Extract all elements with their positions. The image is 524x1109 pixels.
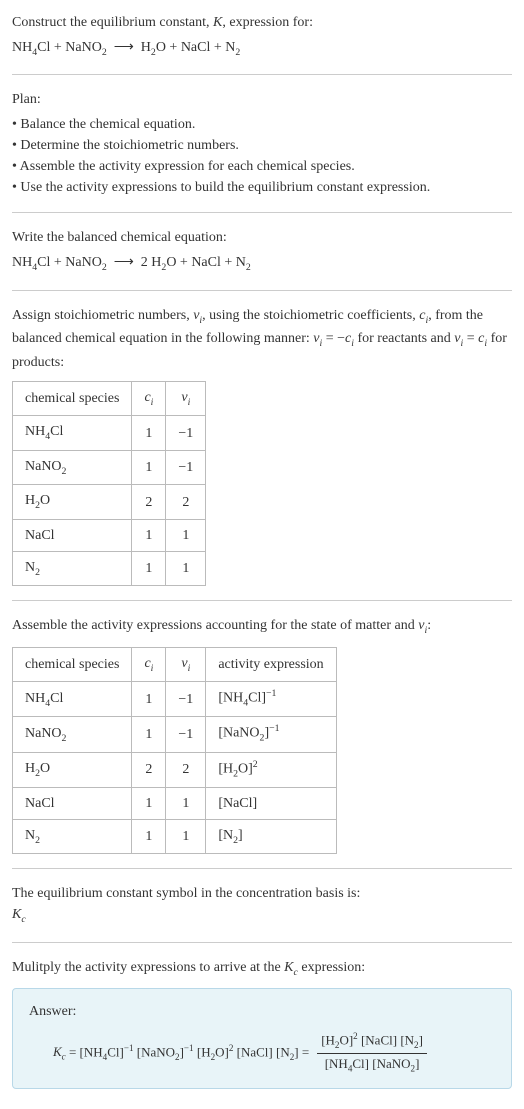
col-vi: νi xyxy=(166,381,206,415)
cell-vi: −1 xyxy=(166,717,206,752)
col-ci: ci xyxy=(132,381,166,415)
cell-species: NaNO2 xyxy=(13,450,132,484)
cell-ci: 1 xyxy=(132,519,166,551)
plan-item: Assemble the activity expression for eac… xyxy=(12,156,512,177)
intro-text: Construct the equilibrium constant, xyxy=(12,15,213,30)
final-text: Mulitply the activity expressions to arr… xyxy=(12,957,512,980)
cell-expr: [N2] xyxy=(206,819,336,853)
activity-section: Assemble the activity expressions accoun… xyxy=(12,615,512,854)
answer-label: Answer: xyxy=(29,1001,495,1022)
cell-vi: 1 xyxy=(166,819,206,853)
cell-ci: 2 xyxy=(132,752,166,787)
divider xyxy=(12,290,512,291)
plan-item: Balance the chemical equation. xyxy=(12,114,512,135)
cell-species: NaCl xyxy=(13,519,132,551)
cell-ci: 1 xyxy=(132,819,166,853)
table-row: H2O 2 2 xyxy=(13,485,206,519)
cell-vi: −1 xyxy=(166,682,206,717)
cell-ci: 2 xyxy=(132,485,166,519)
cell-species: NH4Cl xyxy=(13,416,132,450)
cell-vi: 2 xyxy=(166,485,206,519)
intro-text-b: , expression for: xyxy=(222,15,313,30)
table-row: NaCl 1 1 [NaCl] xyxy=(13,787,337,819)
cell-vi: 1 xyxy=(166,519,206,551)
cell-vi: 1 xyxy=(166,787,206,819)
cell-vi: 1 xyxy=(166,551,206,585)
kc-symbol: Kc xyxy=(12,904,512,927)
cell-species: H2O xyxy=(13,752,132,787)
stoich-table: chemical species ci νi NH4Cl 1 −1 NaNO2 … xyxy=(12,381,206,586)
table-row: N2 1 1 [N2] xyxy=(13,819,337,853)
col-species: chemical species xyxy=(13,381,132,415)
table-row: NH4Cl 1 −1 xyxy=(13,416,206,450)
kc-lhs: Kc = [NH4Cl]−1 [NaNO2]−1 [H2O]2 [NaCl] [… xyxy=(53,1042,309,1065)
symbol-text: The equilibrium constant symbol in the c… xyxy=(12,883,512,904)
table-row: NaCl 1 1 xyxy=(13,519,206,551)
kc-fraction: [H2O]2 [NaCl] [N2] [NH4Cl] [NaNO2] xyxy=(317,1030,427,1076)
activity-text: Assemble the activity expressions accoun… xyxy=(12,615,512,638)
plan-section: Plan: Balance the chemical equation. Det… xyxy=(12,89,512,198)
balanced-title: Write the balanced chemical equation: xyxy=(12,227,512,248)
answer-box: Answer: Kc = [NH4Cl]−1 [NaNO2]−1 [H2O]2 … xyxy=(12,988,512,1089)
plan-title: Plan: xyxy=(12,89,512,110)
cell-vi: 2 xyxy=(166,752,206,787)
divider xyxy=(12,212,512,213)
divider xyxy=(12,74,512,75)
cell-species: NH4Cl xyxy=(13,682,132,717)
cell-species: NaNO2 xyxy=(13,717,132,752)
table-row: NH4Cl 1 −1 [NH4Cl]−1 xyxy=(13,682,337,717)
table-row: H2O 2 2 [H2O]2 xyxy=(13,752,337,787)
stoich-text: Assign stoichiometric numbers, νi, using… xyxy=(12,305,512,373)
balanced-section: Write the balanced chemical equation: NH… xyxy=(12,227,512,275)
balanced-equation: NH4Cl + NaNO2 ⟶ 2 H2O + NaCl + N2 xyxy=(12,252,512,275)
k-variable: K xyxy=(213,15,222,30)
plan-list: Balance the chemical equation. Determine… xyxy=(12,114,512,198)
cell-ci: 1 xyxy=(132,717,166,752)
col-vi: νi xyxy=(166,647,206,681)
activity-table: chemical species ci νi activity expressi… xyxy=(12,647,337,854)
table-header-row: chemical species ci νi activity expressi… xyxy=(13,647,337,681)
table-header-row: chemical species ci νi xyxy=(13,381,206,415)
col-species: chemical species xyxy=(13,647,132,681)
kc-numerator: [H2O]2 [NaCl] [N2] xyxy=(317,1030,427,1054)
cell-vi: −1 xyxy=(166,416,206,450)
cell-expr: [NaNO2]−1 xyxy=(206,717,336,752)
table-row: NaNO2 1 −1 xyxy=(13,450,206,484)
table-row: NaNO2 1 −1 [NaNO2]−1 xyxy=(13,717,337,752)
stoich-section: Assign stoichiometric numbers, νi, using… xyxy=(12,305,512,586)
cell-ci: 1 xyxy=(132,682,166,717)
kc-denominator: [NH4Cl] [NaNO2] xyxy=(317,1054,427,1076)
cell-expr: [NaCl] xyxy=(206,787,336,819)
divider xyxy=(12,868,512,869)
divider xyxy=(12,942,512,943)
table-row: N2 1 1 xyxy=(13,551,206,585)
final-section: Mulitply the activity expressions to arr… xyxy=(12,957,512,1089)
cell-species: N2 xyxy=(13,551,132,585)
cell-ci: 1 xyxy=(132,416,166,450)
kc-expression: Kc = [NH4Cl]−1 [NaNO2]−1 [H2O]2 [NaCl] [… xyxy=(29,1030,495,1076)
unbalanced-equation: NH4Cl + NaNO2 ⟶ H2O + NaCl + N2 xyxy=(12,37,512,60)
cell-species: H2O xyxy=(13,485,132,519)
cell-species: N2 xyxy=(13,819,132,853)
col-ci: ci xyxy=(132,647,166,681)
cell-ci: 1 xyxy=(132,450,166,484)
cell-ci: 1 xyxy=(132,551,166,585)
cell-expr: [NH4Cl]−1 xyxy=(206,682,336,717)
cell-ci: 1 xyxy=(132,787,166,819)
symbol-section: The equilibrium constant symbol in the c… xyxy=(12,883,512,927)
plan-item: Determine the stoichiometric numbers. xyxy=(12,135,512,156)
cell-vi: −1 xyxy=(166,450,206,484)
divider xyxy=(12,600,512,601)
plan-item: Use the activity expressions to build th… xyxy=(12,177,512,198)
intro-section: Construct the equilibrium constant, K, e… xyxy=(12,12,512,60)
cell-expr: [H2O]2 xyxy=(206,752,336,787)
cell-species: NaCl xyxy=(13,787,132,819)
col-activity: activity expression xyxy=(206,647,336,681)
